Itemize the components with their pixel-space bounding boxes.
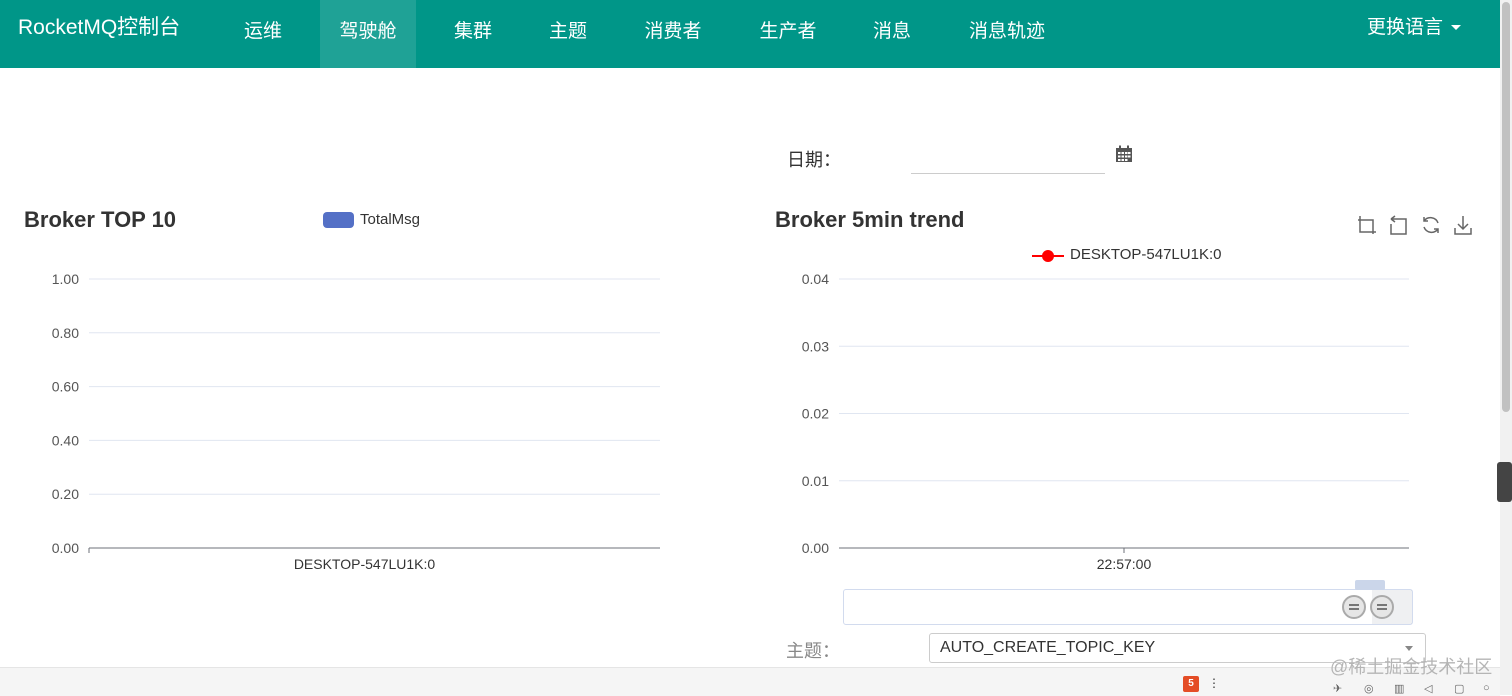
- y-tick-label: 0.03: [802, 338, 829, 354]
- datazoom-label: [1355, 580, 1385, 590]
- vertical-scrollbar[interactable]: [1500, 0, 1512, 695]
- x-tick-label: 22:57:00: [1097, 556, 1152, 572]
- rocket-icon[interactable]: ✈: [1333, 682, 1342, 695]
- window-icon[interactable]: ▢: [1454, 682, 1464, 695]
- bottom-toolbar: [0, 667, 1500, 696]
- trash-icon[interactable]: ▥: [1394, 682, 1404, 695]
- y-tick-label: 0.02: [802, 406, 829, 422]
- topic-selected-value: AUTO_CREATE_TOPIC_KEY: [940, 639, 1156, 656]
- caret-down-icon: [1405, 646, 1413, 651]
- globe-icon[interactable]: ◎: [1364, 682, 1374, 695]
- datazoom-right-handle[interactable]: [1370, 595, 1394, 619]
- y-tick-label: 0.00: [802, 540, 829, 556]
- more-vertical-icon[interactable]: ⋮: [1208, 676, 1220, 690]
- line-chart: 0.04 0.03 0.02 0.01 0.00 22:57:00: [802, 271, 1409, 572]
- html5-icon[interactable]: 5: [1183, 676, 1199, 692]
- scrollbar-thumb[interactable]: [1502, 2, 1510, 412]
- search-icon[interactable]: ○: [1483, 682, 1490, 694]
- y-tick-label: 0.04: [802, 271, 829, 287]
- topic-label: 主题：: [786, 641, 840, 661]
- watermark: @稀土掘金技术社区: [1330, 657, 1493, 677]
- y-tick-label: 0.01: [802, 473, 829, 489]
- speaker-icon[interactable]: ◁: [1424, 682, 1432, 695]
- datazoom-slider[interactable]: [843, 589, 1413, 625]
- datazoom-left-handle[interactable]: [1342, 595, 1366, 619]
